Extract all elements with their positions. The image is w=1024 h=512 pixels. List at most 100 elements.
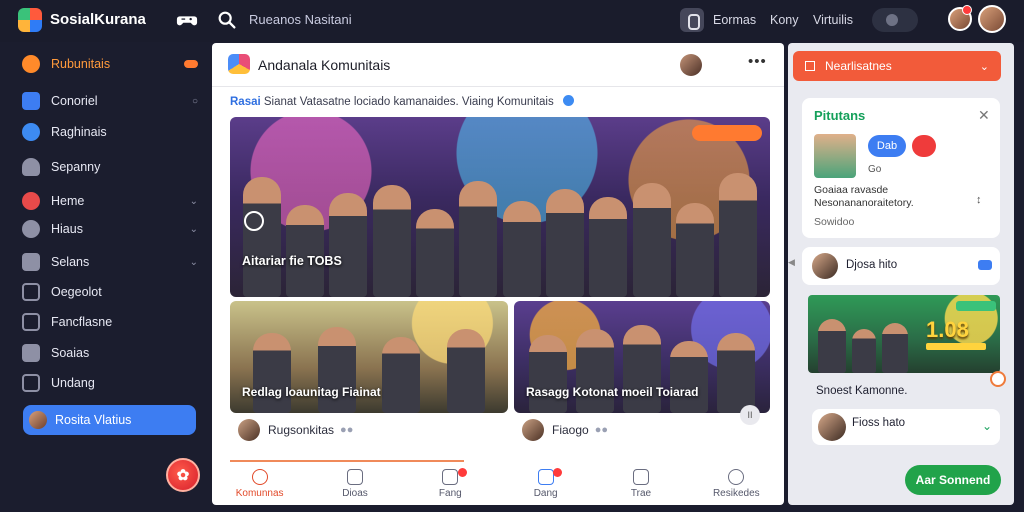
sidebar-item-label: Raghinais [51,125,107,139]
profile-avatar[interactable] [978,5,1006,33]
tab-messages[interactable]: Fang [403,463,498,505]
more-options-icon[interactable]: ••• [748,53,767,70]
description-tag[interactable]: Rasai [230,96,261,108]
cta-button[interactable]: Aar Sonnend [905,465,1001,495]
event-caption: Snoest Kamonne. [816,385,908,397]
notification-badge [962,5,972,15]
pause-icon[interactable]: II [740,405,760,425]
post-photo-right[interactable]: Rasagg Kotonat moeil Toiarad [514,301,770,413]
sidebar-item-4[interactable]: Hiaus ⌄ [22,216,198,242]
post-author-right[interactable]: Fiaogo ●● [522,419,608,441]
folder-icon [22,374,40,392]
tab-discover[interactable]: Dioas [307,463,402,505]
hero-photo[interactable]: Aitariar fie TOBS [230,117,770,297]
avatar [818,413,846,441]
event-photo[interactable]: 1.08 [808,295,1000,373]
sidebar-item-label: Hiaus [51,222,83,236]
search-icon[interactable] [216,9,238,31]
tab-label: Fang [438,488,462,499]
app-logo[interactable] [18,8,42,32]
search-input[interactable]: Rueanos Nasitani [249,12,352,27]
chat-icon [22,220,40,238]
avatar [238,419,260,441]
top-bar: SosialKurana Rueanos Nasitani Eormas Kon… [0,0,1024,42]
camera-button[interactable] [680,8,704,32]
avatar [812,253,838,279]
avatar[interactable] [680,54,702,76]
user-card[interactable]: Djosa hito [802,247,1000,285]
sidebar-item-7[interactable]: Fancflasne [22,309,198,335]
theme-toggle[interactable] [872,8,918,32]
users-icon [22,158,40,176]
promo-description: Goaiaa ravasde Nesonananoraitetory. [814,184,914,210]
layers-icon [22,253,40,271]
chevron-down-icon[interactable]: ⌄ [982,419,992,433]
sidebar-item-label: Rosita Vlatius [55,413,132,427]
bell-icon [537,469,554,485]
user-name: Djosa hito [846,259,898,271]
group-crowd [230,167,770,297]
nav-link-2[interactable]: Kony [770,13,799,27]
tab-label: Trae [630,488,652,499]
sidebar-item-0[interactable]: Conoriel ○ [22,88,198,114]
tab-profile[interactable]: Resikedes [689,463,784,505]
group-icon [228,54,250,74]
post-author-left[interactable]: Rugsonkitas ●● [238,419,353,441]
avatar [29,411,47,429]
app-title: SosialKurana [50,11,146,28]
game-controller-icon[interactable] [176,9,198,31]
sidebar-item-label: Conoriel [51,94,98,108]
sidebar-item-8[interactable]: Soaias [22,340,198,366]
sidebar-item-label: Soaias [51,346,90,360]
sidebar-item-5[interactable]: Selans ⌄ [22,249,198,275]
group-crowd [230,323,508,413]
promo-title: Pitutans [814,108,866,123]
group-title: Andanala Komunitais [258,57,391,73]
promo-thumbnail[interactable] [814,134,856,178]
sidebar-item-3[interactable]: Heme ⌄ [22,188,198,214]
neon-sign-icon [692,125,762,141]
chevron-left-icon[interactable]: ◀ [788,257,795,268]
post-photo-left[interactable]: Redlag loaunitag Fiainat [230,301,508,413]
tab-saved[interactable]: Trae [593,463,688,505]
chevron-down-icon: ⌄ [189,195,198,207]
chevron-down-icon: ⌄ [189,223,198,235]
record-button[interactable] [912,135,936,157]
sidebar-item-label: Heme [51,194,85,208]
nav-link-3[interactable]: Virtuilis [813,13,853,27]
square-icon [805,61,815,71]
tab-alerts[interactable]: Dang [498,463,593,505]
plus-icon: ✿ [176,467,190,484]
nav-link-1[interactable]: Eormas [713,13,756,27]
sidebar-item-top[interactable]: Rubunitais [22,51,198,77]
sidebar-item-selected[interactable]: Rosita Vlatius [23,405,196,435]
promo-desc-line: Nesonananoraitetory. [814,197,914,209]
expand-icon[interactable]: ↕ [976,194,982,206]
tab-label: Resikedes [712,488,760,499]
sidebar-item-label: Rubunitais [51,57,111,71]
join-button[interactable]: Dab [868,135,906,157]
sidebar-item-9[interactable]: Undang [22,370,198,396]
avatar [522,419,544,441]
user-card[interactable]: Fioss hato [812,409,1000,445]
notifications-header[interactable]: Nearlisatnes ⌄ [793,51,1001,81]
chevron-down-icon: ⌄ [979,60,989,73]
sidebar-item-2[interactable]: Sepanny [22,154,198,180]
sidebar-item-1[interactable]: Raghinais [22,119,198,145]
post-caption: Redlag loaunitag Fiainat [242,385,381,399]
sidebar-item-label: Fancflasne [51,315,113,329]
sidebar-item-6[interactable]: Oegeolot [22,279,198,305]
group-description: Rasai Sianat Vatasatne lociado kamanaide… [230,95,574,108]
compose-fab-button[interactable]: ✿ [166,458,200,492]
heart-icon [22,192,40,210]
check-circle-icon [22,123,40,141]
promo-desc-line: Goaiaa ravasde [814,184,889,196]
tab-home[interactable]: Komunnas [212,463,307,505]
hero-caption: Aitariar fie TOBS [242,254,342,268]
message-icon[interactable] [978,260,992,270]
group-crowd [808,311,1000,373]
left-sidebar: Rubunitais Conoriel ○ Raghinais Sepanny … [10,42,208,504]
promo-card: Pitutans ✕ Dab Go Goaiaa ravasde Nesonan… [802,98,1000,238]
right-panel: Nearlisatnes ⌄ Pitutans ✕ Dab Go Goaiaa … [788,43,1014,505]
close-icon[interactable]: ✕ [978,107,990,124]
